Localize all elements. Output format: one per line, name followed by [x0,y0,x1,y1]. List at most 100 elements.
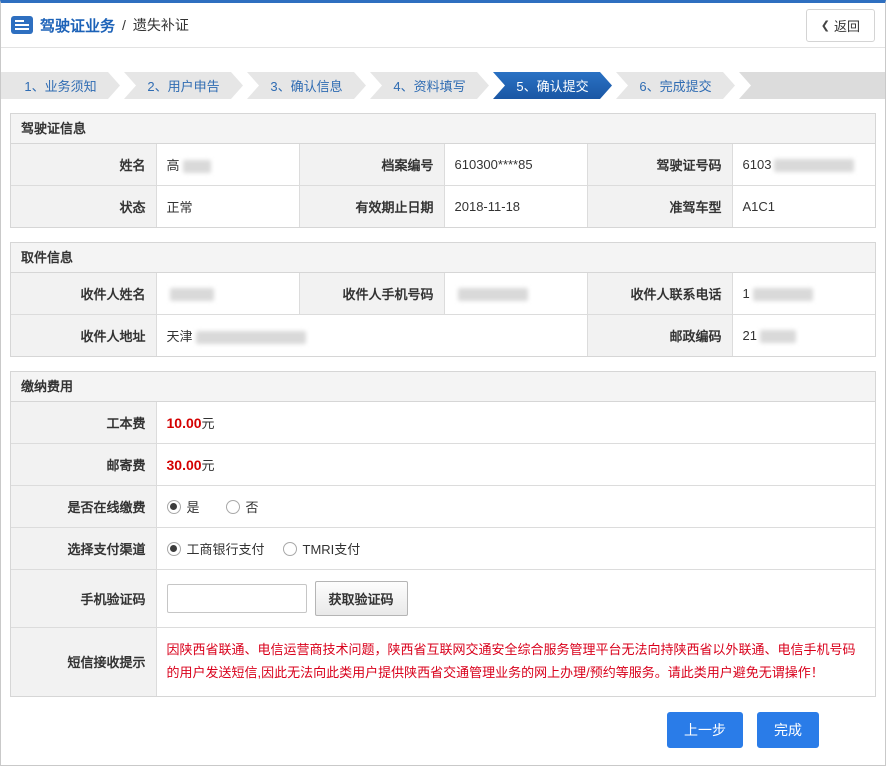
previous-step-button[interactable]: 上一步 [667,712,743,748]
postal-value: 21 [732,315,875,357]
sms-code-label: 手机验证码 [11,570,156,628]
table-row: 选择支付渠道 工商银行支付 TMRI支付 [11,528,875,570]
channel-icbc-option[interactable]: 工商银行支付 [167,539,265,558]
recipient-name-value [156,273,299,315]
mail-fee-amount: 30.00 [167,457,202,473]
back-button-label: 返回 [834,16,860,35]
online-pay-no-label: 否 [246,497,259,516]
recipient-phone-value: 1 [732,273,875,315]
license-info-table: 姓名 高 档案编号 610300****85 驾驶证号码 6103 状态 正常 … [11,144,875,227]
radio-checked-icon[interactable] [167,542,181,556]
finish-button[interactable]: 完成 [757,712,819,748]
content: 驾驶证信息 姓名 高 档案编号 610300****85 驾驶证号码 6103 … [1,113,885,748]
expiry-value: 2018-11-18 [444,186,587,228]
name-value-text: 高 [167,158,180,173]
license-no-value-text: 6103 [743,157,772,172]
license-service-page: 驾驶证业务 / 遗失补证 ❮ 返回 1、业务须知 2、用户申告 3、确认信息 4… [0,0,886,766]
license-no-value: 6103 [732,144,875,186]
redacted-recipient-mobile [458,288,528,301]
file-no-label: 档案编号 [299,144,444,186]
license-form-icon [11,16,33,34]
step-6-complete-submit: 6、完成提交 [616,72,735,99]
name-value: 高 [156,144,299,186]
fee-section: 缴纳费用 工本费 10.00元 邮寄费 30.00元 是否在线缴费 [10,371,876,697]
redacted-postal [760,330,796,343]
table-row: 状态 正常 有效期止日期 2018-11-18 准驾车型 A1C1 [11,186,875,228]
channel-tmri-label: TMRI支付 [303,539,361,558]
table-row: 邮寄费 30.00元 [11,444,875,486]
work-fee-label: 工本费 [11,402,156,444]
recipient-phone-text: 1 [743,286,750,301]
work-fee-unit: 元 [202,416,215,431]
table-row: 手机验证码 获取验证码 [11,570,875,628]
address-text: 天津 [167,329,193,344]
redacted-address [196,331,306,344]
postal-label: 邮政编码 [587,315,732,357]
table-row: 收件人姓名 收件人手机号码 收件人联系电话 1 [11,273,875,315]
redacted-name [183,160,211,173]
table-row: 工本费 10.00元 [11,402,875,444]
topbar: 驾驶证业务 / 遗失补证 ❮ 返回 [1,3,885,48]
pickup-info-table: 收件人姓名 收件人手机号码 收件人联系电话 1 收件人地址 [11,273,875,356]
expiry-label: 有效期止日期 [299,186,444,228]
status-label: 状态 [11,186,156,228]
redacted-license-no [774,159,854,172]
step-5-confirm-submit: 5、确认提交 [493,72,612,99]
vehicle-class-label: 准驾车型 [587,186,732,228]
fee-section-header: 缴纳费用 [11,372,875,402]
page-title: 驾驶证业务 [40,15,115,36]
radio-unchecked-icon[interactable] [226,500,240,514]
recipient-mobile-label: 收件人手机号码 [299,273,444,315]
mail-fee-label: 邮寄费 [11,444,156,486]
title-area: 驾驶证业务 / 遗失补证 [11,15,189,36]
mail-fee-unit: 元 [202,458,215,473]
online-pay-options: 是 否 [156,486,875,528]
license-no-label: 驾驶证号码 [587,144,732,186]
get-code-button[interactable]: 获取验证码 [315,581,408,616]
pay-channel-options: 工商银行支付 TMRI支付 [156,528,875,570]
sms-tip-cell: 因陕西省联通、电信运营商技术问题，陕西省互联网交通安全综合服务管理平台无法向持陕… [156,628,875,696]
file-no-value: 610300****85 [444,144,587,186]
step-wizard-filler [739,72,885,99]
step-3-confirm-info: 3、确认信息 [247,72,366,99]
redacted-recipient-phone [753,288,813,301]
pay-channel-label: 选择支付渠道 [11,528,156,570]
recipient-phone-label: 收件人联系电话 [587,273,732,315]
fee-table: 工本费 10.00元 邮寄费 30.00元 是否在线缴费 [11,402,875,696]
online-pay-label: 是否在线缴费 [11,486,156,528]
radio-checked-icon[interactable] [167,500,181,514]
license-info-header: 驾驶证信息 [11,114,875,144]
step-1-business-notice: 1、业务须知 [1,72,120,99]
step-2-user-declaration: 2、用户申告 [124,72,243,99]
channel-tmri-option[interactable]: TMRI支付 [283,539,361,558]
breadcrumb-separator: / [122,17,126,33]
address-value: 天津 [156,315,587,357]
online-pay-no-option[interactable]: 否 [226,497,259,516]
pickup-info-header: 取件信息 [11,243,875,273]
radio-unchecked-icon[interactable] [283,542,297,556]
page-subtitle: 遗失补证 [133,15,189,35]
redacted-recipient-name [170,288,214,301]
sms-code-input[interactable] [167,584,307,613]
pickup-info-section: 取件信息 收件人姓名 收件人手机号码 收件人联系电话 1 [10,242,876,357]
table-row: 姓名 高 档案编号 610300****85 驾驶证号码 6103 [11,144,875,186]
channel-icbc-label: 工商银行支付 [187,539,265,558]
table-row: 短信接收提示 因陕西省联通、电信运营商技术问题，陕西省互联网交通安全综合服务管理… [11,628,875,696]
recipient-name-label: 收件人姓名 [11,273,156,315]
postal-text: 21 [743,328,757,343]
online-pay-yes-label: 是 [187,497,200,516]
sms-tip-label: 短信接收提示 [11,628,156,696]
step-wizard: 1、业务须知 2、用户申告 3、确认信息 4、资料填写 5、确认提交 6、完成提… [1,72,885,99]
online-pay-yes-option[interactable]: 是 [167,497,200,516]
vehicle-class-value: A1C1 [732,186,875,228]
footer-actions: 上一步 完成 [10,697,876,748]
table-row: 收件人地址 天津 邮政编码 21 [11,315,875,357]
name-label: 姓名 [11,144,156,186]
back-button[interactable]: ❮ 返回 [806,9,875,42]
sms-tip-text: 因陕西省联通、电信运营商技术问题，陕西省互联网交通安全综合服务管理平台无法向持陕… [167,639,866,685]
table-row: 是否在线缴费 是 否 [11,486,875,528]
work-fee-value: 10.00元 [156,402,875,444]
license-info-section: 驾驶证信息 姓名 高 档案编号 610300****85 驾驶证号码 6103 … [10,113,876,228]
step-4-fill-info: 4、资料填写 [370,72,489,99]
recipient-mobile-value [444,273,587,315]
